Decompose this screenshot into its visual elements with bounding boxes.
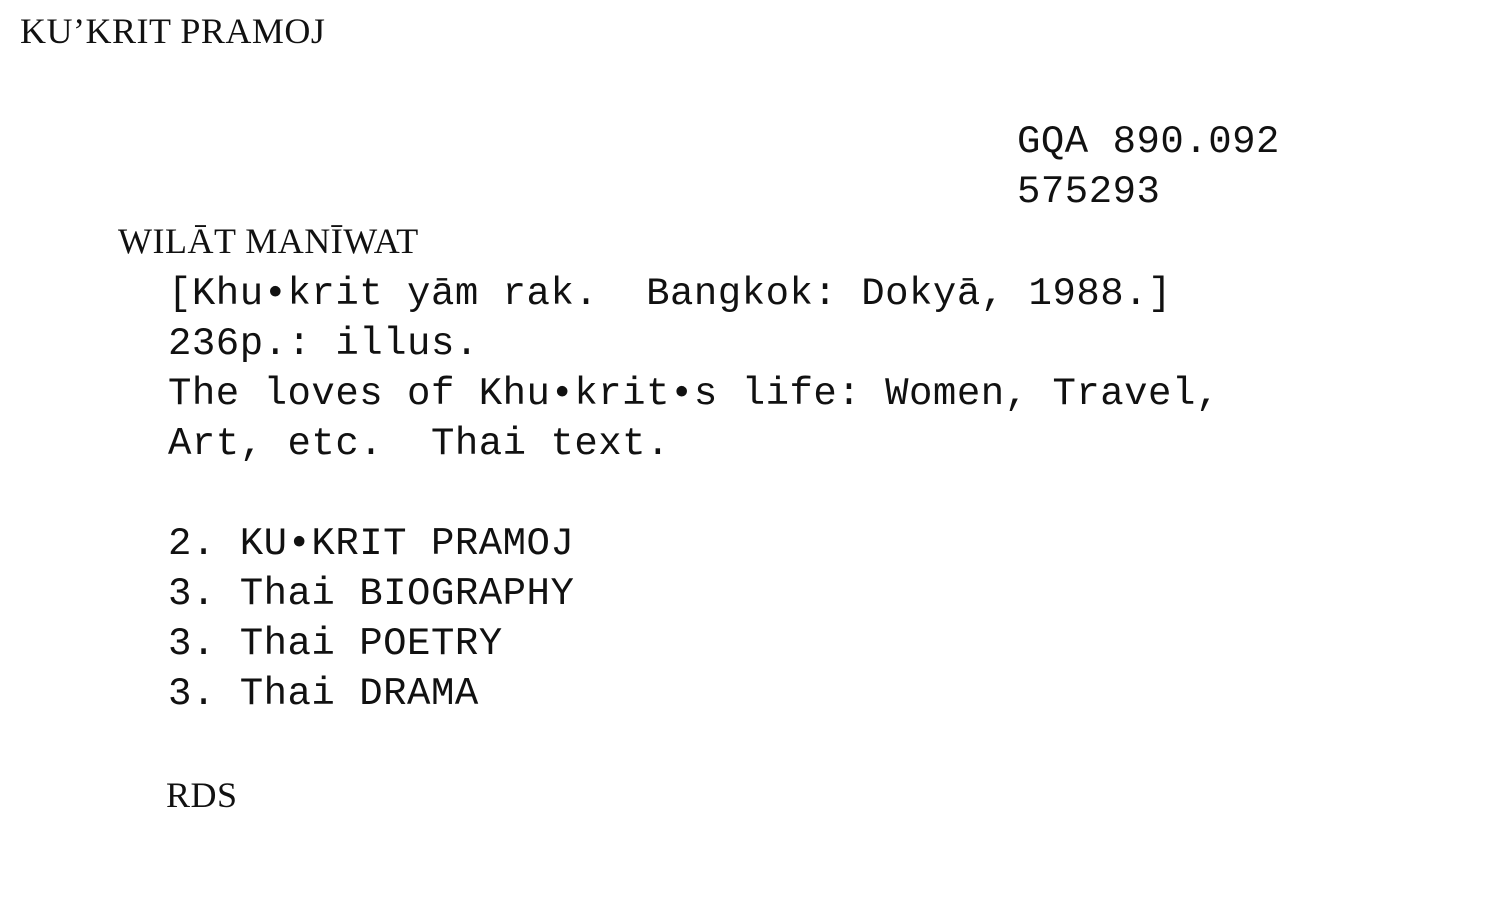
added-entry: 3. Thai POETRY — [168, 622, 503, 666]
accession-number: 575293 — [1017, 170, 1161, 214]
added-entry: 3. Thai DRAMA — [168, 672, 479, 716]
catalog-card: KU’KRIT PRAMOJ GQA 890.092 575293 WILĀT … — [0, 0, 1507, 906]
note-line: The loves of Khu•krit•s life: Women, Tra… — [168, 372, 1220, 416]
added-entry: 2. KU•KRIT PRAMOJ — [168, 522, 575, 566]
card-heading: KU’KRIT PRAMOJ — [20, 11, 326, 51]
added-entry: 3. Thai BIOGRAPHY — [168, 572, 575, 616]
call-number: GQA 890.092 — [1017, 120, 1280, 164]
cataloguer-initials: RDS — [166, 775, 238, 815]
imprint-line: [Khu•krit yām rak. Bangkok: Dokyā, 1988.… — [168, 272, 1172, 316]
collation-line: 236p.: illus. — [168, 322, 479, 366]
note-line: Art, etc. Thai text. — [168, 422, 670, 466]
main-entry: WILĀT MANĪWAT — [118, 221, 419, 261]
